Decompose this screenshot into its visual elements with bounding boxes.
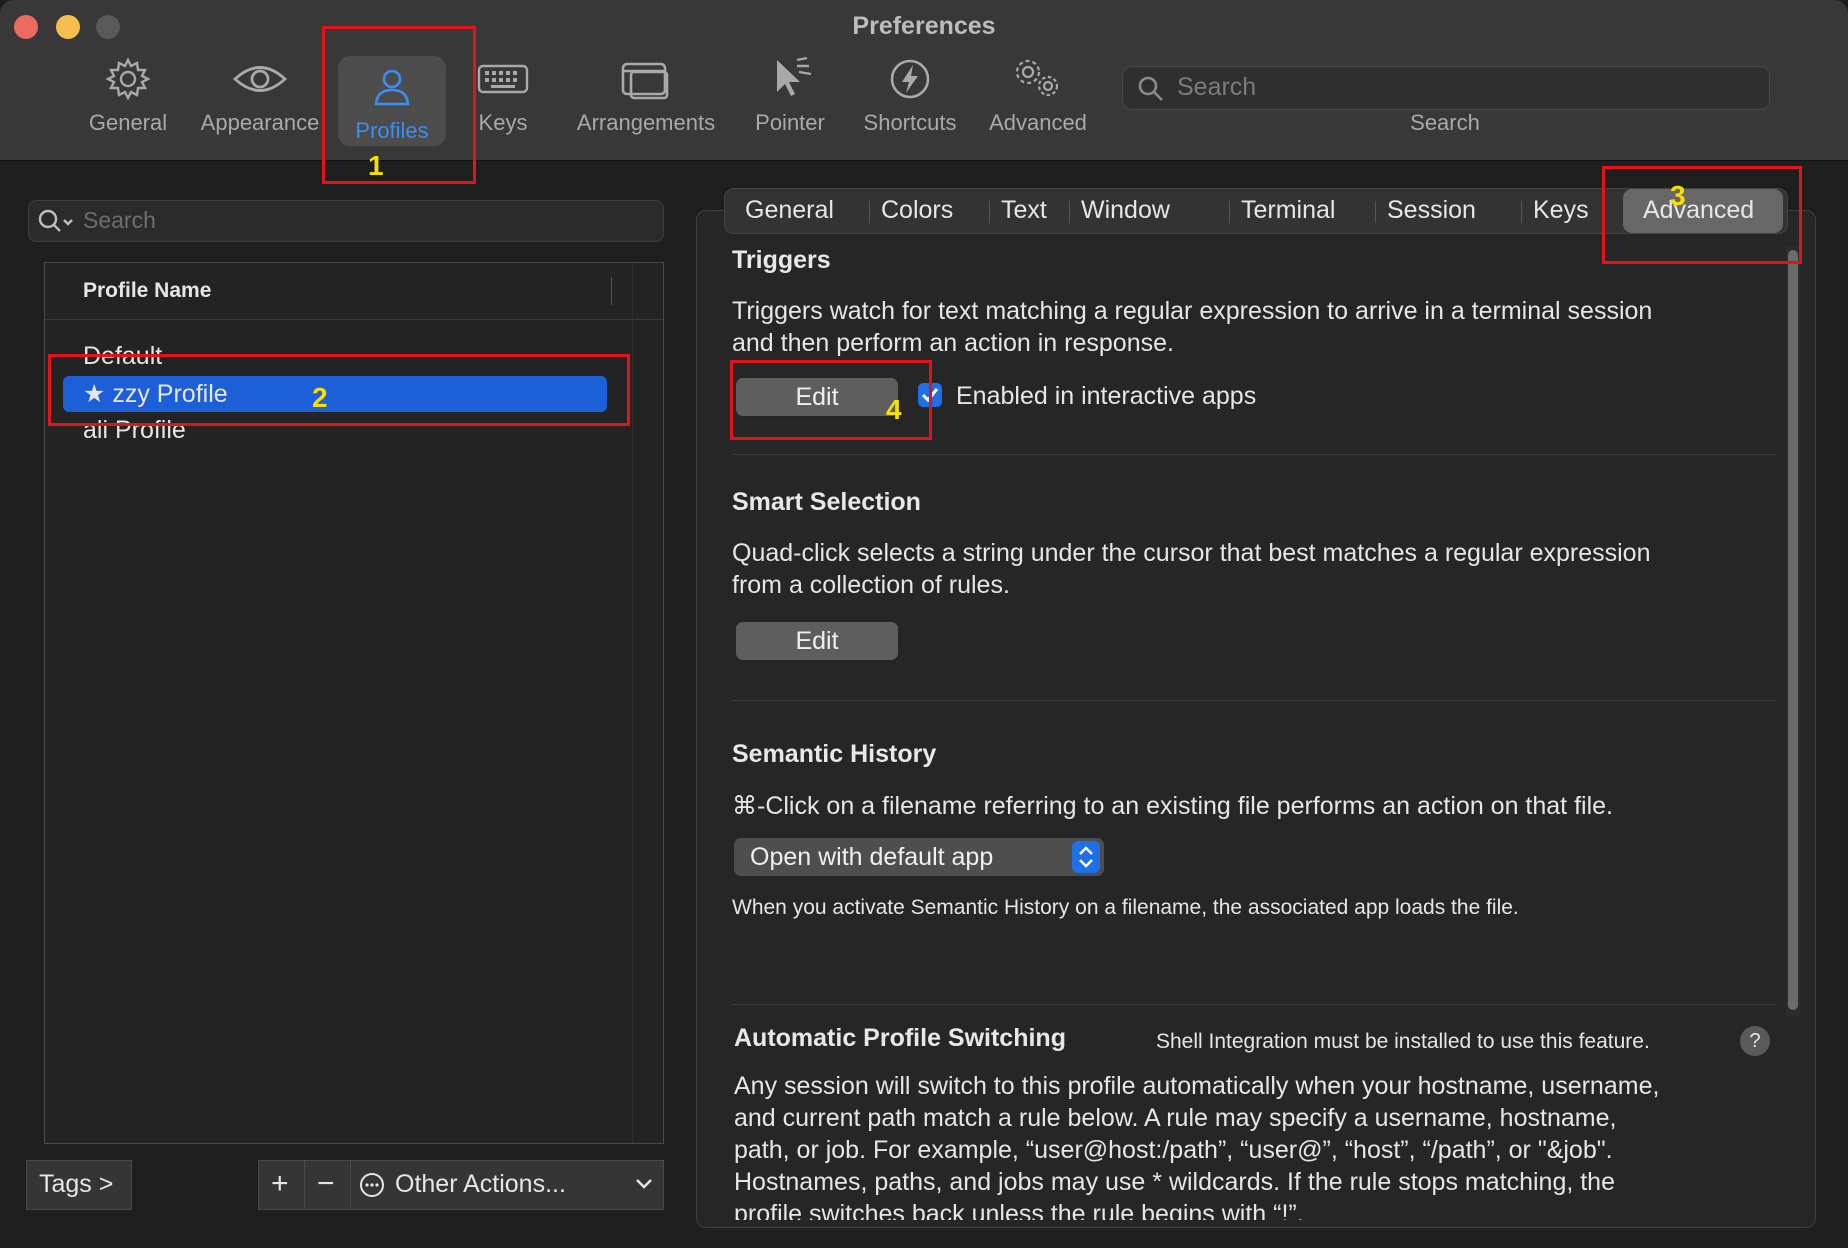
tab-colors[interactable]: Colors	[875, 189, 975, 233]
tab-session[interactable]: Session	[1381, 189, 1491, 233]
profile-search-input[interactable]: Search	[28, 200, 664, 242]
toolbar-label: Keys	[478, 110, 528, 135]
toolbar-general[interactable]: General	[84, 56, 172, 146]
shell-integration-note: Shell Integration must be installed to u…	[1156, 1030, 1650, 1053]
toolbar-label: Advanced	[989, 110, 1087, 135]
tab-terminal[interactable]: Terminal	[1235, 189, 1355, 233]
tab-label: General	[745, 196, 834, 224]
triggers-description-line2: and then perform an action in response.	[732, 329, 1174, 357]
search-placeholder: Search	[83, 207, 156, 233]
smart-selection-description-line2: from a collection of rules.	[732, 571, 1010, 599]
ellipsis-circle-icon	[360, 1173, 384, 1197]
annotation-number-4: 4	[886, 394, 902, 425]
lightning-icon	[856, 56, 964, 106]
auto-switching-line2: and current path match a rule below. A r…	[734, 1104, 1617, 1132]
auto-switching-line5: profile switches back unless the rule be…	[734, 1200, 1304, 1220]
gears-icon	[984, 56, 1092, 106]
help-button[interactable]: ?	[1740, 1026, 1770, 1056]
tab-divider	[1521, 201, 1522, 223]
section-divider	[732, 454, 1776, 455]
toolbar-label: General	[88, 110, 168, 135]
interactive-apps-label: Enabled in interactive apps	[956, 382, 1257, 410]
preferences-window: Preferences General Appearance Profiles	[0, 0, 1848, 1248]
toolbar-label: Pointer	[755, 110, 825, 135]
annotation-number-3: 3	[1670, 180, 1686, 211]
annotation-box-2	[48, 354, 630, 426]
tab-label: Colors	[881, 196, 954, 224]
toolbar-label: Arrangements	[576, 110, 716, 135]
smart-selection-title: Smart Selection	[732, 488, 921, 516]
toolbar-label: Appearance	[200, 110, 320, 135]
other-actions-menu[interactable]: Other Actions...	[350, 1160, 664, 1210]
auto-switching-line3: path, or job. For example, “user@host:/p…	[734, 1136, 1613, 1164]
add-button-label: +	[271, 1167, 289, 1200]
tags-button[interactable]: Tags >	[26, 1160, 132, 1210]
chevron-down-icon	[636, 1179, 652, 1189]
section-divider	[732, 700, 1776, 701]
annotation-box-1	[322, 26, 476, 184]
tab-divider	[1229, 201, 1230, 223]
triggers-description-line1: Triggers watch for text matching a regul…	[732, 297, 1653, 325]
auto-switching-line1: Any session will switch to this profile …	[734, 1072, 1660, 1100]
remove-button-label: −	[317, 1167, 335, 1200]
window-title: Preferences	[852, 12, 996, 40]
pointer-icon	[748, 56, 832, 106]
tab-label: Session	[1387, 196, 1476, 224]
search-label: Search	[1410, 110, 1480, 135]
section-divider	[732, 1004, 1776, 1005]
tab-text[interactable]: Text	[995, 189, 1075, 233]
windows-icon	[572, 56, 720, 106]
search-placeholder: Search	[1177, 73, 1257, 101]
select-value: Open with default app	[750, 843, 994, 871]
smart-selection-description-line1: Quad-click selects a string under the cu…	[732, 539, 1651, 567]
annotation-number-1: 1	[368, 150, 384, 181]
tab-label: Window	[1081, 196, 1170, 224]
tab-label: Text	[1001, 196, 1047, 224]
toolbar-pointer[interactable]: Pointer	[748, 56, 832, 146]
add-profile-button[interactable]: +	[258, 1160, 306, 1210]
tab-label: Terminal	[1241, 196, 1336, 224]
tab-divider	[1375, 201, 1376, 223]
smart-selection-edit-button[interactable]: Edit	[736, 622, 898, 660]
column-separator	[611, 277, 612, 305]
semantic-history-note: When you activate Semantic History on a …	[732, 896, 1519, 919]
tab-label: Keys	[1533, 196, 1589, 224]
triggers-title: Triggers	[732, 246, 831, 274]
keyboard-icon	[470, 56, 536, 106]
toolbar-advanced[interactable]: Advanced	[984, 56, 1092, 146]
toolbar-appearance[interactable]: Appearance	[196, 56, 324, 146]
remove-profile-button[interactable]: −	[304, 1160, 352, 1210]
annotation-box-3	[1602, 166, 1802, 264]
semantic-history-description: ⌘-Click on a filename referring to an ex…	[732, 792, 1613, 820]
search-icon	[38, 209, 73, 232]
auto-switching-description: Any session will switch to this profile …	[734, 1070, 1794, 1220]
tab-keys[interactable]: Keys	[1527, 189, 1597, 233]
column-header-profile-name[interactable]: Profile Name	[83, 279, 211, 303]
chevron-updown-icon	[1072, 841, 1100, 873]
search-icon	[1138, 76, 1163, 101]
list-header: Profile Name	[45, 263, 663, 320]
eye-icon	[196, 56, 324, 106]
toolbar-arrangements[interactable]: Arrangements	[572, 56, 720, 146]
tab-general[interactable]: General	[733, 189, 841, 233]
tab-divider	[869, 201, 870, 223]
auto-switching-line4: Hostnames, paths, and jobs may use * wil…	[734, 1168, 1615, 1196]
scrollbar-thumb[interactable]	[1788, 250, 1798, 1010]
toolbar-keys[interactable]: Keys	[470, 56, 536, 146]
toolbar-search-input[interactable]: Search	[1122, 66, 1770, 110]
tab-divider	[989, 201, 990, 223]
toolbar-label: Shortcuts	[863, 110, 957, 135]
tab-divider	[1069, 201, 1070, 223]
other-actions-label: Other Actions...	[395, 1170, 566, 1198]
auto-switching-title: Automatic Profile Switching	[734, 1024, 1066, 1052]
tab-window[interactable]: Window	[1075, 189, 1185, 233]
annotation-number-2: 2	[312, 382, 328, 413]
toolbar-shortcuts[interactable]: Shortcuts	[856, 56, 964, 146]
tags-button-label: Tags >	[39, 1170, 114, 1198]
toolbar: Preferences General Appearance Profiles	[0, 0, 1848, 161]
gear-icon	[84, 56, 172, 106]
list-scrollbar[interactable]	[632, 263, 663, 1143]
semantic-history-select[interactable]: Open with default app	[734, 838, 1104, 876]
semantic-history-title: Semantic History	[732, 740, 937, 768]
